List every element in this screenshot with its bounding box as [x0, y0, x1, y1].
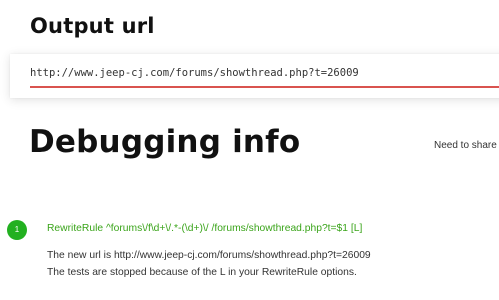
new-url-message: The new url is http://www.jeep-cj.com/fo…: [47, 250, 371, 261]
stopped-message: The tests are stopped because of the L i…: [47, 267, 357, 278]
rewrite-rule-text: RewriteRule ^forums\/f\d+\/.*-(\d+)\/ /f…: [47, 223, 363, 234]
output-url-underline: [30, 86, 499, 88]
debugging-info-heading: Debugging info: [29, 124, 301, 160]
share-link[interactable]: Need to share: [434, 140, 497, 151]
output-url-heading: Output url: [30, 14, 155, 38]
step-number-badge: 1: [7, 220, 27, 240]
output-url-card: http://www.jeep-cj.com/forums/showthread…: [10, 54, 499, 98]
output-url-value[interactable]: http://www.jeep-cj.com/forums/showthread…: [30, 67, 359, 79]
